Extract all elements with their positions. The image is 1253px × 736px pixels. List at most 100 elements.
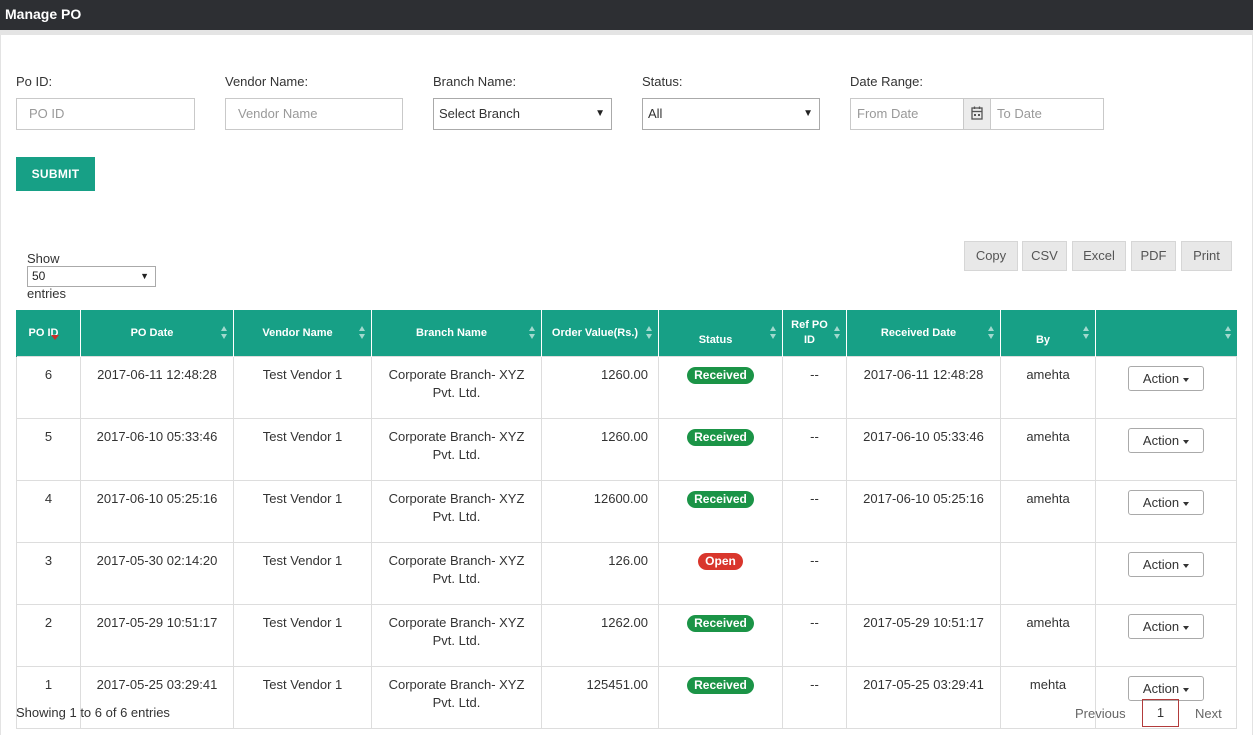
sort-icon <box>529 326 536 340</box>
col-by[interactable]: By <box>1000 310 1096 357</box>
table-row: 4 2017-06-10 05:25:16 Test Vendor 1 Corpora… <box>16 480 1237 543</box>
col-po-date[interactable]: PO Date <box>80 310 234 357</box>
cell-ref: -- <box>782 666 847 729</box>
cell-vendor: Test Vendor 1 <box>233 356 372 419</box>
sort-icon <box>359 326 366 340</box>
cell-po-id: 4 <box>16 480 81 543</box>
cell-by: amehta <box>1000 356 1096 419</box>
col-ref-po-id[interactable]: Ref PO ID <box>782 310 847 357</box>
cell-branch: Corporate Branch- XYZ Pvt. Ltd. <box>371 666 542 729</box>
calendar-icon[interactable] <box>963 98 991 130</box>
cell-status: Received <box>658 356 783 419</box>
col-by-label: By <box>1035 333 1051 346</box>
cell-status: Received <box>658 480 783 543</box>
action-label: Action <box>1142 619 1180 634</box>
cell-received-date: 2017-06-11 12:48:28 <box>846 356 1001 419</box>
action-label: Action <box>1142 371 1180 386</box>
sort-icon <box>770 326 777 340</box>
cell-by: amehta <box>1000 418 1096 481</box>
cell-vendor: Test Vendor 1 <box>233 480 372 543</box>
cell-vendor: Test Vendor 1 <box>233 542 372 605</box>
table-row: 1 2017-05-25 03:29:41 Test Vendor 1 Corpora… <box>16 666 1237 729</box>
action-dropdown-button[interactable]: Action <box>1128 366 1204 391</box>
pdf-button[interactable]: PDF <box>1131 241 1176 271</box>
cell-received-date: 2017-05-29 10:51:17 <box>846 604 1001 667</box>
cell-received-date: 2017-06-10 05:33:46 <box>846 418 1001 481</box>
action-dropdown-button[interactable]: Action <box>1128 490 1204 515</box>
col-ref-po-id-label: Ref PO ID <box>791 319 828 346</box>
sort-icon <box>646 326 653 340</box>
submit-button[interactable]: SUBMIT <box>16 157 95 191</box>
cell-status: Received <box>658 666 783 729</box>
action-label: Action <box>1142 557 1180 572</box>
col-branch-name-label: Branch Name <box>416 326 487 339</box>
col-order-value[interactable]: Order Value(Rs.) <box>541 310 659 357</box>
cell-value: 125451.00 <box>541 666 659 729</box>
col-vendor-name[interactable]: Vendor Name <box>233 310 372 357</box>
action-dropdown-button[interactable]: Action <box>1128 676 1204 701</box>
table-info: Showing 1 to 6 of 6 entries <box>16 705 170 720</box>
entries-length-select[interactable]: 50 ▼ <box>27 266 156 287</box>
cell-branch: Corporate Branch- XYZ Pvt. Ltd. <box>371 356 542 419</box>
col-status[interactable]: Status <box>658 310 783 357</box>
to-date-input[interactable]: To Date <box>990 98 1104 130</box>
status-badge: Received <box>687 615 754 632</box>
excel-button[interactable]: Excel <box>1072 241 1126 271</box>
cell-value: 126.00 <box>541 542 659 605</box>
next-page-button[interactable]: Next <box>1195 706 1222 721</box>
date-range-label: Date Range: <box>850 74 923 89</box>
col-branch-name[interactable]: Branch Name <box>371 310 542 357</box>
status-badge: Received <box>687 429 754 446</box>
cell-received-date: 2017-06-10 05:25:16 <box>846 480 1001 543</box>
action-dropdown-button[interactable]: Action <box>1128 552 1204 577</box>
caret-down-icon <box>1183 377 1190 382</box>
cell-po-date: 2017-06-10 05:33:46 <box>80 418 234 481</box>
po-id-input[interactable]: PO ID <box>16 98 195 130</box>
vendor-name-input[interactable]: Vendor Name <box>225 98 403 130</box>
caret-down-icon <box>1183 687 1190 692</box>
action-label: Action <box>1142 433 1180 448</box>
col-po-id[interactable]: PO ID <box>16 310 81 357</box>
previous-page-button[interactable]: Previous <box>1075 706 1126 721</box>
cell-ref: -- <box>782 418 847 481</box>
table-row: 5 2017-06-10 05:33:46 Test Vendor 1 Corpora… <box>16 418 1237 481</box>
branch-select-value: Select Branch <box>439 106 520 121</box>
from-date-input[interactable]: From Date <box>850 98 964 130</box>
status-select[interactable]: All ▼ <box>642 98 820 130</box>
cell-ref: -- <box>782 356 847 419</box>
action-dropdown-button[interactable]: Action <box>1128 614 1204 639</box>
col-received-date[interactable]: Received Date <box>846 310 1001 357</box>
caret-down-icon: ▼ <box>140 271 149 281</box>
cell-value: 1262.00 <box>541 604 659 667</box>
caret-down-icon <box>1183 439 1190 444</box>
cell-actions: Action <box>1095 356 1237 419</box>
action-label: Action <box>1142 495 1180 510</box>
cell-po-id: 6 <box>16 356 81 419</box>
print-button[interactable]: Print <box>1181 241 1232 271</box>
vendor-name-label: Vendor Name: <box>225 74 309 89</box>
status-label: Status: <box>642 74 683 89</box>
po-table: PO ID PO Date Vendor Name Branch Name Or… <box>16 310 1237 729</box>
caret-down-icon: ▼ <box>595 108 605 119</box>
sort-icon <box>221 326 228 340</box>
col-actions[interactable] <box>1095 310 1237 357</box>
cell-by <box>1000 542 1096 605</box>
cell-po-date: 2017-05-30 02:14:20 <box>80 542 234 605</box>
csv-button[interactable]: CSV <box>1022 241 1067 271</box>
sort-icon <box>1224 326 1232 340</box>
cell-status: Open <box>658 542 783 605</box>
caret-down-icon <box>1183 501 1190 506</box>
page-title: Manage PO <box>5 6 82 22</box>
cell-received-date: 2017-05-25 03:29:41 <box>846 666 1001 729</box>
cell-actions: Action <box>1095 542 1237 605</box>
cell-by: amehta <box>1000 604 1096 667</box>
cell-actions: Action <box>1095 418 1237 481</box>
sort-icon <box>1083 326 1090 340</box>
branch-select[interactable]: Select Branch ▼ <box>433 98 612 130</box>
page-1-button[interactable]: 1 <box>1142 699 1179 727</box>
action-dropdown-button[interactable]: Action <box>1128 428 1204 453</box>
cell-po-id: 2 <box>16 604 81 667</box>
caret-down-icon <box>1183 563 1190 568</box>
copy-button[interactable]: Copy <box>964 241 1018 271</box>
col-order-value-label: Order Value(Rs.) <box>551 326 639 339</box>
